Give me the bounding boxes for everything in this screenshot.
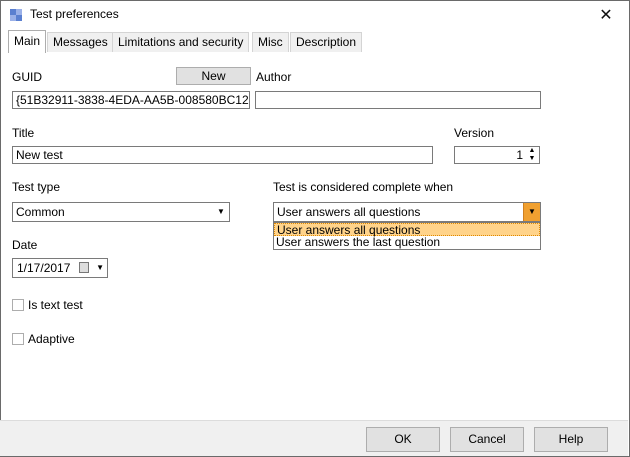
close-icon[interactable]: ✕	[583, 1, 629, 28]
chevron-down-icon[interactable]: ▼	[213, 203, 229, 221]
date-value: 1/17/2017	[17, 261, 71, 275]
tab-messages[interactable]: Messages	[47, 32, 114, 52]
tab-misc[interactable]: Misc	[252, 32, 289, 52]
help-button[interactable]: Help	[534, 427, 608, 452]
is-text-test-checkbox[interactable]	[12, 299, 24, 311]
version-value: 1	[516, 148, 523, 162]
tab-limitations-security[interactable]: Limitations and security	[112, 32, 250, 52]
tab-description[interactable]: Description	[290, 32, 363, 52]
calendar-icon[interactable]	[79, 262, 89, 273]
adaptive-checkbox[interactable]	[12, 333, 24, 345]
date-label: Date	[12, 238, 38, 252]
is-text-test-label: Is text test	[28, 298, 83, 312]
window-title: Test preferences	[30, 7, 119, 21]
cancel-button[interactable]: Cancel	[450, 427, 524, 452]
title-bar: Test preferences ✕	[1, 1, 629, 28]
chevron-down-icon[interactable]: ▼	[96, 259, 104, 277]
guid-label: GUID	[12, 70, 42, 84]
ok-button[interactable]: OK	[366, 427, 440, 452]
chevron-down-icon[interactable]: ▼	[523, 203, 540, 221]
new-guid-button[interactable]: New	[176, 67, 251, 85]
spin-up-icon[interactable]: ▲	[527, 147, 537, 155]
complete-when-select[interactable]: User answers all questions ▼	[273, 202, 541, 222]
dropdown-option[interactable]: User answers the last question	[274, 236, 540, 249]
adaptive-label: Adaptive	[28, 332, 75, 346]
author-field[interactable]	[255, 91, 541, 109]
complete-when-value: User answers all questions	[277, 205, 421, 219]
complete-when-label: Test is considered complete when	[273, 180, 454, 194]
date-picker[interactable]: 1/17/2017 ▼	[12, 258, 108, 278]
title-label: Title	[12, 126, 35, 140]
author-label: Author	[256, 70, 292, 84]
tab-bar: Main Messages Limitations and security M…	[4, 30, 626, 53]
test-type-label: Test type	[12, 180, 61, 194]
test-type-value: Common	[16, 205, 65, 219]
guid-field[interactable]: {51B32911-3838-4EDA-AA5B-008580BC129C}	[12, 91, 250, 109]
title-field[interactable]: New test	[12, 146, 433, 164]
test-type-select[interactable]: Common ▼	[12, 202, 230, 222]
tab-main[interactable]: Main	[8, 30, 47, 53]
puzzle-app-icon	[10, 9, 22, 21]
version-label: Version	[454, 126, 495, 140]
version-spinner[interactable]: 1 ▲ ▼	[454, 146, 540, 164]
complete-when-dropdown-list: User answers all questions User answers …	[273, 222, 541, 250]
spin-down-icon[interactable]: ▼	[527, 155, 537, 163]
dialog-footer: OK Cancel Help	[0, 420, 628, 456]
